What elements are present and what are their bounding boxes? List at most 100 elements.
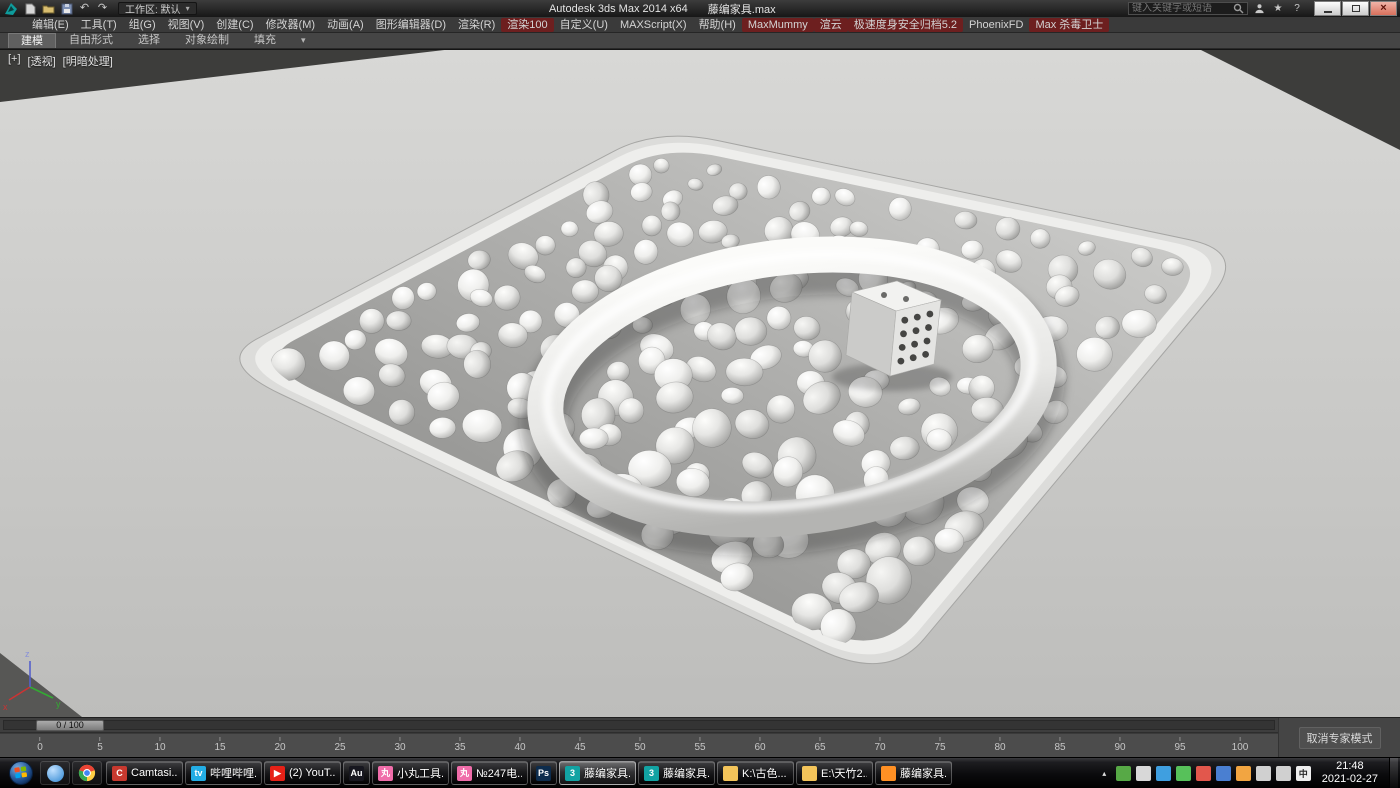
taskbar-button-youtube[interactable]: ▶(2) YouT... — [264, 761, 341, 785]
tray-volume-icon[interactable] — [1276, 766, 1291, 781]
viewport-canvas[interactable]: xyz — [0, 49, 1400, 717]
menu-item-1[interactable]: 编辑(E) — [26, 18, 75, 32]
taskbar-button-3dsmax-1[interactable]: 3藤编家具... — [559, 761, 636, 785]
tray-wechat-icon[interactable] — [1176, 766, 1191, 781]
cancel-expert-mode-button[interactable]: 取消专家模式 — [1299, 727, 1381, 749]
menu-item-11[interactable]: 自定义(U) — [554, 18, 614, 32]
viewport-shading-menu[interactable]: [明暗处理] — [63, 53, 113, 69]
menu-item-17[interactable]: PhoenixFD — [963, 18, 1029, 32]
ribbon-tab-选择[interactable]: 选择 — [126, 33, 172, 48]
menu-item-4[interactable]: 视图(V) — [162, 18, 211, 32]
taskbar-button-photoshop[interactable]: Ps — [530, 761, 557, 785]
time-slider[interactable]: 0 / 100 — [0, 718, 1278, 733]
folder-guse-icon — [723, 766, 738, 781]
xiaowan-247-icon: 丸 — [457, 766, 472, 781]
redo-icon[interactable]: ↷ — [95, 2, 110, 16]
ribbon-tab-建模[interactable]: 建模 — [8, 33, 56, 48]
tray-hidden-icons-icon[interactable]: ▴ — [1098, 769, 1111, 778]
start-button[interactable] — [2, 758, 40, 788]
viewport-pov-menu[interactable]: [透视] — [28, 53, 56, 69]
menu-item-14[interactable]: MaxMummy — [742, 18, 814, 32]
menu-item-3[interactable]: 组(G) — [123, 18, 162, 32]
frame-tick-90: 90 — [1114, 737, 1125, 753]
taskbar-button-folder-tianzhu[interactable]: E:\天竹2... — [796, 761, 873, 785]
menu-item-5[interactable]: 创建(C) — [210, 18, 259, 32]
favorites-star-icon[interactable]: ★ — [1270, 2, 1286, 16]
taskbar-button-bilibili[interactable]: tv哔哩哔哩... — [185, 761, 262, 785]
windows-orb-icon — [8, 760, 34, 786]
ribbon-tab-对象绘制[interactable]: 对象绘制 — [173, 33, 241, 48]
save-file-icon[interactable] — [59, 2, 74, 16]
menu-item-15[interactable]: 渲云 — [814, 18, 848, 32]
tray-input-method-icon[interactable]: 中 — [1296, 766, 1311, 781]
taskbar-clock[interactable]: 21:48 2021-02-27 — [1322, 760, 1378, 786]
tray-qq-icon[interactable] — [1156, 766, 1171, 781]
tray-safety-icon[interactable] — [1116, 766, 1131, 781]
frame-tick-100: 100 — [1232, 737, 1249, 753]
time-slider-track[interactable] — [3, 720, 1275, 730]
tray-download-icon[interactable] — [1236, 766, 1251, 781]
restore-button[interactable] — [1342, 1, 1369, 16]
pinned-chrome-icon[interactable] — [72, 761, 102, 785]
viewport-label-menus: [+] [透视] [明暗处理] — [8, 53, 113, 69]
current-filename: 藤编家具.max — [708, 1, 776, 17]
track-bar[interactable]: 0510152025303540455055606570758085909510… — [0, 733, 1278, 757]
frame-tick-80: 80 — [994, 737, 1005, 753]
taskbar-button-xiaowan-247[interactable]: 丸№247电... — [451, 761, 528, 785]
help-icon[interactable]: ? — [1289, 2, 1305, 16]
taskbar-button-camtasia[interactable]: CCamtasi... — [106, 761, 183, 785]
menu-item-7[interactable]: 动画(A) — [321, 18, 370, 32]
taskbar-button-folder-guse[interactable]: K:\古色... — [717, 761, 794, 785]
taskbar-button-xiaowan-tool[interactable]: 丸小丸工具... — [372, 761, 449, 785]
xiaowan-tool-icon: 丸 — [378, 766, 393, 781]
menu-item-13[interactable]: 帮助(H) — [693, 18, 742, 32]
open-file-icon[interactable] — [41, 2, 56, 16]
ribbon-tab-自由形式[interactable]: 自由形式 — [57, 33, 125, 48]
title-bar: ↶ ↷ 工作区: 默认 ▾ Autodesk 3ds Max 2014 x64 … — [0, 0, 1400, 17]
taskbar-button-image-viewer[interactable]: 藤编家具... — [875, 761, 952, 785]
menu-item-2[interactable]: 工具(T) — [75, 18, 123, 32]
menu-item-16[interactable]: 极速度身安全归档5.2 — [848, 18, 963, 32]
taskbar-button-label: 藤编家具... — [663, 765, 709, 781]
close-icon: × — [1380, 3, 1386, 14]
viewport[interactable]: xyz [+] [透视] [明暗处理] — [0, 49, 1400, 717]
menu-item-12[interactable]: MAXScript(X) — [614, 18, 693, 32]
time-slider-handle[interactable]: 0 / 100 — [36, 720, 104, 731]
taskbar-button-label: 哔哩哔哩... — [210, 765, 256, 781]
youtube-icon: ▶ — [270, 766, 285, 781]
frame-tick-55: 55 — [694, 737, 705, 753]
3dsmax-logo-icon[interactable] — [3, 1, 18, 16]
image-viewer-icon — [881, 766, 896, 781]
taskbar-button-3dsmax-2[interactable]: 3藤编家具... — [638, 761, 715, 785]
menu-item-6[interactable]: 修改器(M) — [260, 18, 322, 32]
minimize-button[interactable] — [1314, 1, 1341, 16]
frame-tick-45: 45 — [574, 737, 585, 753]
sign-in-icon[interactable] — [1251, 2, 1267, 16]
tray-disk-icon[interactable] — [1136, 766, 1151, 781]
tray-music-icon[interactable] — [1196, 766, 1211, 781]
taskbar: CCamtasi...tv哔哩哔哩...▶(2) YouT...Au丸小丸工具.… — [0, 757, 1400, 788]
search-input[interactable] — [1132, 3, 1230, 14]
tray-network-icon[interactable] — [1256, 766, 1271, 781]
frame-tick-20: 20 — [274, 737, 285, 753]
menu-item-9[interactable]: 渲染(R) — [452, 18, 501, 32]
pinned-browser-icon[interactable] — [40, 761, 70, 785]
menu-item-18[interactable]: Max 杀毒卫士 — [1029, 18, 1109, 32]
camtasia-icon: C — [112, 766, 127, 781]
viewport-general-menu[interactable]: [+] — [8, 53, 21, 69]
new-file-icon[interactable] — [23, 2, 38, 16]
taskbar-button-audition[interactable]: Au — [343, 761, 370, 785]
show-desktop-button[interactable] — [1389, 758, 1398, 788]
ribbon-options-icon[interactable]: ▾ — [301, 35, 306, 46]
ribbon-tab-填充[interactable]: 填充 — [242, 33, 288, 48]
search-icon[interactable] — [1233, 3, 1244, 14]
frame-tick-75: 75 — [934, 737, 945, 753]
frame-tick-15: 15 — [214, 737, 225, 753]
tray-cloud-icon[interactable] — [1216, 766, 1231, 781]
close-button[interactable]: × — [1370, 1, 1397, 16]
workspace-dropdown[interactable]: 工作区: 默认 ▾ — [118, 2, 197, 15]
menu-item-10[interactable]: 渲染100 — [501, 18, 553, 32]
menu-item-8[interactable]: 图形编辑器(D) — [370, 18, 452, 32]
clock-date: 2021-02-27 — [1322, 773, 1378, 786]
undo-icon[interactable]: ↶ — [77, 2, 92, 16]
